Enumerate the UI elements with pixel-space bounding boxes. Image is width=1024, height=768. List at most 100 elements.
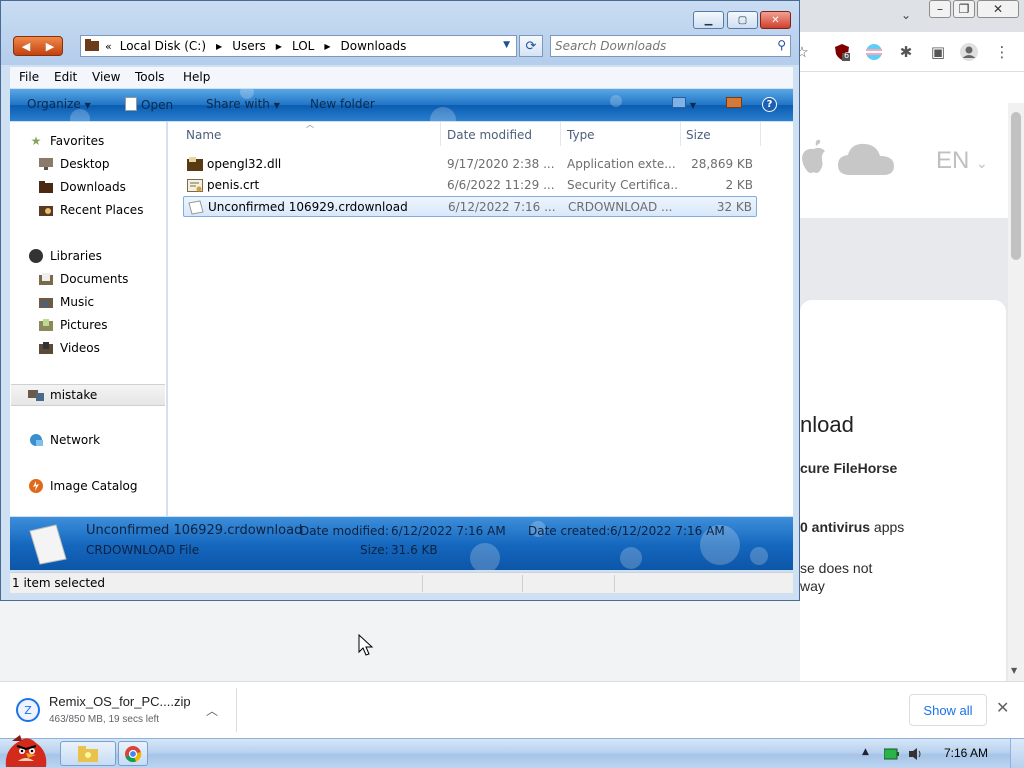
menu-file[interactable]: File	[19, 70, 39, 84]
restore-browser-button[interactable]: ❐	[953, 0, 975, 18]
nav-network[interactable]: Network	[28, 431, 100, 449]
nav-desktop[interactable]: Desktop	[38, 155, 110, 173]
decorative-bubble	[430, 107, 456, 121]
help-button[interactable]: ?	[762, 96, 777, 112]
nav-videos[interactable]: Videos	[38, 339, 100, 357]
dropdown-arrow-icon: ▼	[689, 101, 696, 110]
preview-pane-button[interactable]	[726, 97, 742, 111]
address-dropdown-icon[interactable]: ▼	[503, 40, 510, 50]
apple-icon[interactable]	[800, 139, 828, 178]
nav-favorites[interactable]: ★ Favorites	[28, 132, 105, 150]
chevron-up-icon[interactable]: ︿	[206, 702, 218, 719]
cloud-icon[interactable]	[836, 141, 896, 180]
page-heading: nload	[800, 412, 854, 437]
close-icon[interactable]: ✕	[996, 698, 1009, 717]
scroll-down-arrow-icon[interactable]: ▼	[1011, 666, 1017, 675]
file-row-selected[interactable]: Unconfirmed 106929.crdownload 6/12/2022 …	[183, 196, 757, 217]
pride-extension-icon[interactable]	[864, 42, 884, 62]
nav-documents-label: Documents	[60, 272, 129, 286]
open-button[interactable]: Open	[125, 97, 173, 112]
start-button[interactable]	[2, 731, 50, 768]
nav-recent-places[interactable]: Recent Places	[38, 201, 143, 219]
show-desktop-button[interactable]	[1010, 739, 1024, 768]
extensions-puzzle-icon[interactable]: ✱	[896, 42, 916, 62]
file-row[interactable]: penis.crt 6/6/2022 11:29 ... Security Ce…	[183, 175, 757, 196]
nav-downloads[interactable]: Downloads	[38, 178, 126, 196]
maximize-button[interactable]: ▢	[727, 11, 758, 29]
show-hidden-icons-icon[interactable]: ▲	[862, 747, 869, 757]
file-type: Security Certifica...	[567, 178, 677, 192]
close-browser-button[interactable]: ✕	[977, 0, 1019, 18]
scrollbar-thumb[interactable]	[1011, 112, 1021, 260]
battery-icon[interactable]	[883, 748, 900, 763]
minimize-browser-button[interactable]: –	[929, 0, 951, 18]
language-selector[interactable]: EN ⌄	[936, 147, 988, 175]
back-forward-buttons[interactable]: ◀ ▶	[13, 36, 63, 56]
overflow-chevron-icon[interactable]: «	[105, 40, 112, 53]
taskbar-chrome-button[interactable]	[118, 741, 148, 766]
volume-icon[interactable]	[908, 747, 924, 764]
change-view-button[interactable]: ▼	[672, 97, 696, 111]
search-box[interactable]: ⚲	[550, 35, 791, 57]
column-header-size[interactable]: Size	[686, 128, 711, 142]
download-filename: Remix_OS_for_PC....zip	[49, 694, 191, 709]
nav-recent-label: Recent Places	[60, 203, 144, 217]
menu-tools[interactable]: Tools	[135, 70, 165, 84]
back-arrow-icon[interactable]: ◀	[22, 40, 30, 53]
breadcrumb-item[interactable]: Users	[232, 39, 266, 53]
column-header-name[interactable]: Name	[186, 128, 221, 142]
page-feature-line: 0 antivirus apps	[800, 519, 904, 535]
minimize-button[interactable]: ▁	[693, 11, 724, 29]
organize-label: Organize	[27, 97, 81, 111]
nav-pictures[interactable]: Pictures	[38, 316, 108, 334]
search-icon[interactable]: ⚲	[777, 38, 786, 52]
breadcrumb-arrow-icon[interactable]: ▶	[324, 42, 330, 51]
nav-mistake[interactable]: mistake	[28, 386, 97, 404]
menu-help[interactable]: Help	[183, 70, 210, 84]
column-header-type[interactable]: Type	[567, 128, 595, 142]
tab-search-chevron-icon[interactable]: ⌄	[896, 8, 916, 24]
column-divider[interactable]	[560, 122, 561, 146]
column-divider[interactable]	[440, 122, 441, 146]
nav-libraries[interactable]: Libraries	[28, 247, 102, 265]
taskbar-explorer-button[interactable]	[60, 741, 116, 766]
file-size: 28,869 KB	[691, 157, 753, 171]
breadcrumb-arrow-icon[interactable]: ▶	[216, 42, 222, 51]
nav-music[interactable]: Music	[38, 293, 94, 311]
mouse-cursor-icon	[358, 633, 374, 661]
column-divider[interactable]	[680, 122, 681, 146]
details-created-label: Date created:	[528, 524, 611, 538]
search-input[interactable]	[555, 38, 765, 54]
download-item[interactable]: Z Remix_OS_for_PC....zip 463/850 MB, 19 …	[10, 690, 236, 730]
file-row[interactable]: opengl32.dll 9/17/2020 2:38 ... Applicat…	[183, 154, 757, 175]
breadcrumb-item[interactable]: Local Disk (C:)	[120, 39, 206, 53]
forward-arrow-icon[interactable]: ▶	[46, 40, 54, 53]
share-with-button[interactable]: Share with ▼	[206, 97, 280, 111]
nav-image-catalog[interactable]: Image Catalog	[28, 477, 137, 495]
column-divider[interactable]	[760, 122, 761, 146]
show-all-button[interactable]: Show all	[909, 694, 987, 726]
side-panel-icon[interactable]: ▣	[928, 42, 948, 62]
breadcrumb-item[interactable]: Downloads	[341, 39, 407, 53]
menu-view[interactable]: View	[92, 70, 120, 84]
organize-button[interactable]: Organize ▼	[27, 97, 91, 111]
profile-avatar-icon[interactable]	[959, 42, 979, 62]
menu-edit[interactable]: Edit	[54, 70, 77, 84]
nav-documents[interactable]: Documents	[38, 270, 128, 288]
system-clock[interactable]: 7:16 AM	[944, 746, 988, 760]
ublock-extension-icon[interactable]: 6	[832, 42, 852, 62]
refresh-button[interactable]: ⟳	[519, 35, 543, 57]
image-catalog-icon	[28, 479, 44, 493]
address-bar[interactable]: « Local Disk (C:) ▶ Users ▶ LOL ▶ Downlo…	[80, 35, 517, 57]
pictures-icon	[38, 318, 54, 332]
close-window-button[interactable]: ✕	[760, 11, 791, 29]
downloads-folder-icon	[38, 180, 54, 194]
view-icon	[672, 97, 686, 108]
breadcrumb-arrow-icon[interactable]: ▶	[276, 42, 282, 51]
chrome-menu-icon[interactable]: ⋮	[992, 42, 1012, 62]
column-header-date[interactable]: Date modified	[447, 128, 532, 142]
breadcrumb-item[interactable]: LOL	[292, 39, 314, 53]
new-folder-button[interactable]: New folder	[310, 97, 375, 111]
help-icon: ?	[762, 97, 777, 112]
extension-badge: 6	[844, 51, 850, 60]
